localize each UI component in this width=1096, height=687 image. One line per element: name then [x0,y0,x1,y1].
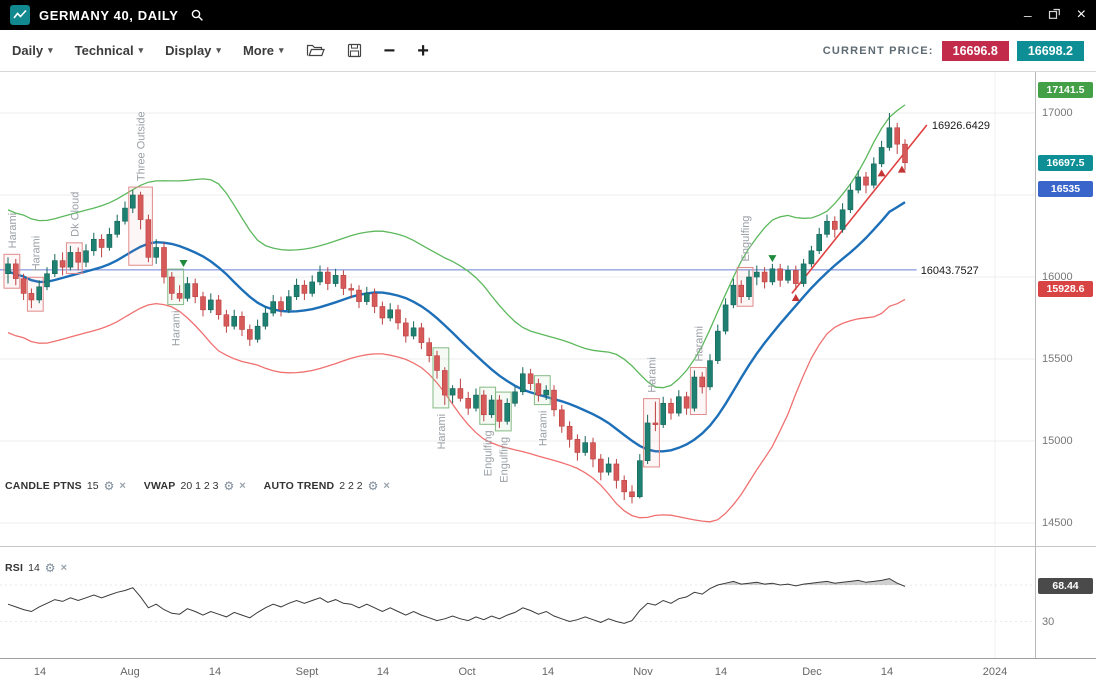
x-axis-label: 14 [209,666,221,678]
indicator-vwap: VWAP 20 1 2 3 ⚙ × [144,480,246,492]
svg-text:Harami: Harami [647,357,659,392]
time-axis[interactable]: 14 Aug 14 Sept 14 Oct 14 Nov 14 Dec 14 2024 [0,658,1096,687]
indicator-auto-trend: AUTO TREND 2 2 2 ⚙ × [264,480,390,492]
x-axis-label: 14 [881,666,893,678]
indicator-name: CANDLE PTNS [5,480,82,492]
x-axis-label: 14 [34,666,46,678]
zoom-out-button[interactable]: − [384,41,396,61]
menu-label: Daily [12,43,43,58]
chart-toolbar: Daily ▾ Technical ▾ Display ▾ More ▾ − +… [0,30,1096,72]
svg-text:16926.6429: 16926.6429 [932,120,990,132]
price-badge: 15928.6 [1038,281,1093,297]
x-axis-label: 2024 [983,666,1007,678]
settings-gear-icon[interactable]: ⚙ [368,480,379,492]
indicator-name: RSI [5,562,23,574]
svg-text:Harami: Harami [436,414,448,449]
menu-label: More [243,43,274,58]
zoom-in-button[interactable]: + [417,41,429,61]
menu-display[interactable]: Display ▾ [165,43,221,58]
title-bar: GERMANY 40, DAILY – × [0,0,1096,30]
svg-text:Engulfing: Engulfing [740,216,752,262]
remove-indicator-icon[interactable]: × [383,481,389,492]
menu-more[interactable]: More ▾ [243,43,284,58]
rsi-chart[interactable] [0,547,1035,658]
ask-price-badge: 16698.2 [1017,41,1084,61]
y-axis-label: 17000 [1042,107,1073,119]
open-folder-icon[interactable] [306,43,325,58]
x-axis-label: Oct [458,666,475,678]
menu-technical[interactable]: Technical ▾ [75,43,144,58]
y-axis-label: 15500 [1042,353,1073,365]
price-badge: 17141.5 [1038,82,1093,98]
svg-text:Dk Cloud: Dk Cloud [69,192,81,237]
indicator-params: 2 2 2 [339,480,362,492]
svg-text:Three Outside: Three Outside [136,111,148,181]
indicator-params: 14 [28,562,40,574]
price-chart[interactable]: 16043.7527 16926.6429 Harami Harami Dk Cloud… [0,72,1035,545]
price-badge: 16535 [1038,181,1093,197]
search-icon[interactable] [190,8,204,22]
indicator-name: AUTO TREND [264,480,335,492]
svg-text:16043.7527: 16043.7527 [921,265,979,277]
settings-gear-icon[interactable]: ⚙ [45,562,56,574]
menu-timeframe[interactable]: Daily ▾ [12,43,53,58]
remove-indicator-icon[interactable]: × [239,481,245,492]
svg-text:Harami: Harami [7,213,19,248]
window-controls: – × [1024,7,1086,23]
svg-text:Harami: Harami [171,311,183,346]
menu-label: Display [165,43,211,58]
minimize-button[interactable]: – [1024,8,1032,22]
svg-text:Engulfing: Engulfing [483,430,495,476]
menu-label: Technical [75,43,134,58]
x-axis-label: 14 [715,666,727,678]
indicator-rsi: RSI 14 ⚙ × [5,562,67,574]
panel-divider[interactable] [0,546,1096,547]
indicator-candle-patterns: CANDLE PTNS 15 ⚙ × [5,480,126,492]
current-price-area: CURRENT PRICE: 16696.8 16698.2 [823,41,1084,61]
bid-price-badge: 16696.8 [942,41,1009,61]
y-axis-label: 14500 [1042,517,1073,529]
x-axis-label: 14 [377,666,389,678]
price-badge: 68.44 [1038,578,1093,594]
chart-area: 16043.7527 16926.6429 Harami Harami Dk Cloud… [0,72,1096,687]
price-axis[interactable]: 17000160001550015000145003017141.516697.… [1035,72,1096,658]
svg-text:Harami: Harami [30,236,42,271]
x-axis-label: Sept [296,666,319,678]
svg-text:Harami: Harami [537,411,549,446]
caret-down-icon: ▾ [48,46,53,55]
remove-indicator-icon[interactable]: × [61,563,67,574]
svg-text:Engulfing: Engulfing [498,437,510,483]
current-price-label: CURRENT PRICE: [823,45,934,57]
caret-down-icon: ▾ [279,46,284,55]
remove-indicator-icon[interactable]: × [119,481,125,492]
indicator-params: 15 [87,480,99,492]
settings-gear-icon[interactable]: ⚙ [223,480,234,492]
close-button[interactable]: × [1077,7,1086,23]
y-axis-label: 15000 [1042,435,1073,447]
indicator-params: 20 1 2 3 [181,480,219,492]
popout-button[interactable] [1048,8,1061,22]
caret-down-icon: ▾ [139,46,144,55]
indicator-legend: CANDLE PTNS 15 ⚙ × VWAP 20 1 2 3 ⚙ × AUT… [5,480,390,492]
save-icon[interactable] [347,43,362,58]
window-title: GERMANY 40, DAILY [39,8,179,23]
x-axis-label: Nov [633,666,653,678]
indicator-name: VWAP [144,480,176,492]
caret-down-icon: ▾ [216,46,221,55]
price-badge: 16697.5 [1038,155,1093,171]
settings-gear-icon[interactable]: ⚙ [104,480,115,492]
app-logo-icon [10,5,30,25]
rsi-legend: RSI 14 ⚙ × [5,562,67,574]
x-axis-label: Dec [802,666,822,678]
y-axis-label: 30 [1042,616,1054,628]
svg-text:Harami: Harami [693,326,705,361]
x-axis-label: 14 [542,666,554,678]
x-axis-label: Aug [120,666,140,678]
